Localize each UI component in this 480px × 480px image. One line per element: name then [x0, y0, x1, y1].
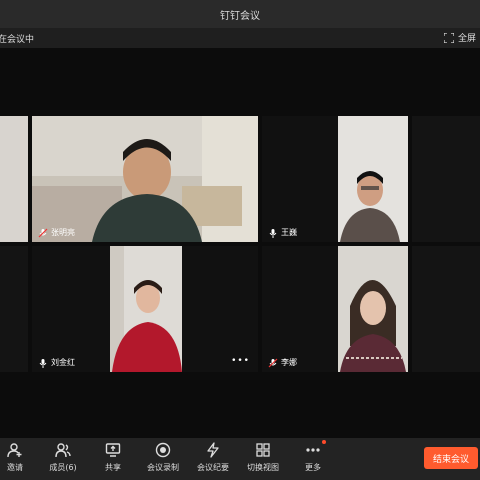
video-tile-partial[interactable]: [0, 116, 28, 242]
video-tile-participant[interactable]: 张明亮: [32, 116, 258, 242]
fullscreen-button[interactable]: 全屏: [443, 31, 476, 44]
participant-name-label: 张明亮: [38, 227, 75, 238]
fullscreen-label: 全屏: [457, 34, 476, 44]
video-tile-partial[interactable]: [412, 116, 480, 242]
notification-dot: [322, 440, 326, 444]
video-tile-partial[interactable]: [0, 246, 28, 372]
end-meeting-button[interactable]: 结束会议: [424, 447, 478, 469]
video-tile-partial[interactable]: [412, 246, 480, 372]
meeting-status-bar: 在会议中 全屏: [0, 28, 480, 48]
meeting-status-text: 在会议中: [0, 35, 35, 45]
switch-view-button[interactable]: 切换视图: [240, 442, 286, 473]
mic-icon: [269, 228, 277, 238]
video-tile-participant[interactable]: 王巍: [262, 116, 408, 242]
mic-muted-icon: [268, 358, 278, 367]
video-grid: 张明亮 王巍 刘金红 ••• 李娜: [0, 48, 480, 438]
record-button[interactable]: 会议录制: [140, 442, 186, 473]
share-screen-icon: [105, 443, 121, 457]
participant-name-label: 王巍: [268, 227, 297, 238]
share-screen-button[interactable]: 共享: [90, 442, 136, 473]
video-tile-participant[interactable]: 李娜: [262, 246, 408, 372]
participant-name-label: 李娜: [268, 357, 297, 368]
meeting-minutes-button[interactable]: 会议纪要: [190, 442, 236, 473]
mic-icon: [39, 358, 47, 368]
participant-video-frame: [338, 116, 408, 242]
meeting-toolbar: 邀请 成员(6) 共享 会议录制 会议纪要 切换视图 更多 结束会议: [0, 438, 480, 480]
video-tile-participant[interactable]: 刘金红 •••: [32, 246, 258, 372]
window-titlebar: 钉钉会议: [0, 0, 480, 28]
participant-video-frame: [32, 116, 258, 242]
participant-name-label: 刘金红: [38, 357, 75, 368]
invite-button[interactable]: 邀请: [0, 442, 38, 473]
record-icon: [155, 442, 171, 458]
fullscreen-icon: [443, 32, 454, 43]
window-title: 钉钉会议: [220, 10, 260, 22]
invite-person-icon: [7, 443, 22, 458]
participant-video-frame: [110, 246, 182, 372]
more-options-icon[interactable]: •••: [231, 356, 250, 366]
more-dots-icon: [306, 448, 320, 452]
more-button[interactable]: 更多: [290, 440, 336, 473]
minutes-lightning-icon: [207, 442, 219, 458]
mic-muted-icon: [38, 228, 48, 237]
grid-view-icon: [256, 443, 270, 457]
members-icon: [55, 443, 71, 458]
participant-video-frame: [338, 246, 408, 372]
members-button[interactable]: 成员(6): [40, 442, 86, 473]
